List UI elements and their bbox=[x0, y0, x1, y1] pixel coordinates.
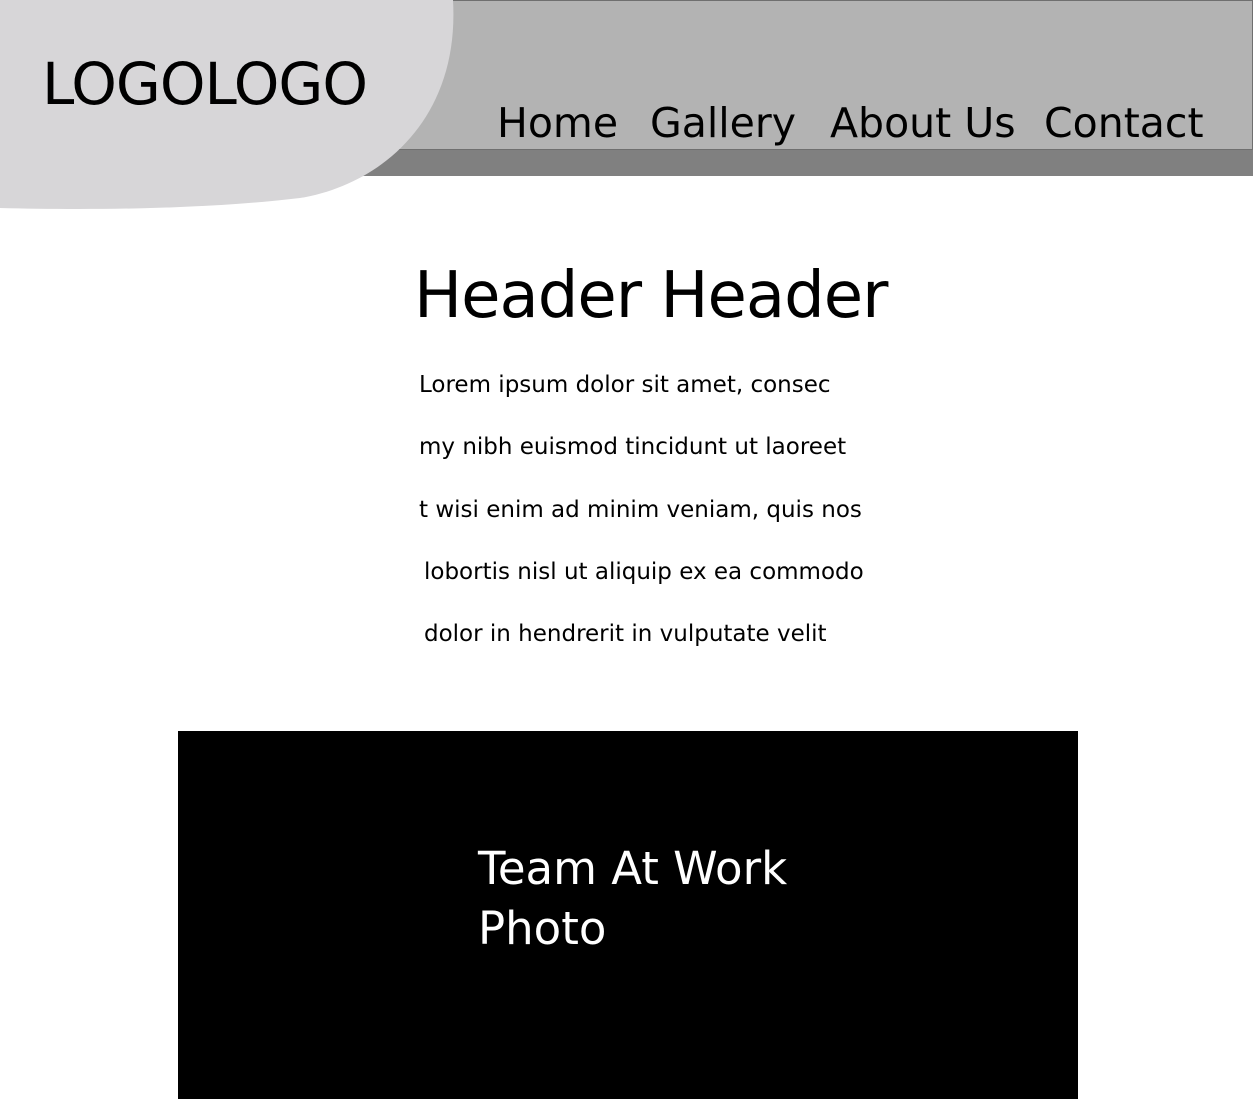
nav-link-gallery[interactable]: Gallery bbox=[650, 98, 796, 148]
logo[interactable]: LOGOLOGO bbox=[42, 50, 368, 118]
photo-caption-line: Team At Work bbox=[478, 842, 788, 895]
paragraph-line: dolor in hendrerit in vulputate velit bbox=[424, 621, 827, 647]
nav-link-home[interactable]: Home bbox=[497, 98, 618, 148]
photo-caption-line: Photo bbox=[478, 902, 607, 955]
nav-bar-shadow bbox=[0, 150, 1253, 176]
team-photo-placeholder: Team At Work Photo bbox=[178, 731, 1078, 1099]
paragraph-line: my nibh euismod tincidunt ut laoreet bbox=[419, 434, 847, 460]
paragraph-line: Lorem ipsum dolor sit amet, consec bbox=[419, 372, 831, 398]
page-title: Header Header bbox=[414, 259, 888, 333]
nav-link-about-us[interactable]: About Us bbox=[830, 98, 1016, 148]
paragraph-line: lobortis nisl ut aliquip ex ea commodo bbox=[424, 559, 864, 585]
nav-link-contact[interactable]: Contact bbox=[1044, 98, 1204, 148]
paragraph-line: t wisi enim ad minim veniam, quis nos bbox=[419, 497, 862, 523]
page: LOGOLOGO Home Gallery About Us Contact H… bbox=[0, 0, 1253, 1099]
photo-caption: Team At Work Photo bbox=[478, 839, 787, 959]
